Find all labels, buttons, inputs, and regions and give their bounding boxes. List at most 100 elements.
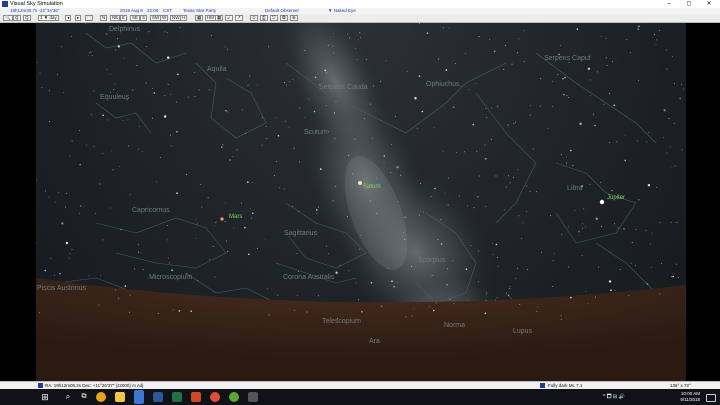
star: [503, 68, 505, 70]
app-icon-green[interactable]: [229, 392, 239, 402]
toolbar-button[interactable]: ▦: [215, 15, 224, 21]
star: [39, 72, 41, 74]
star: [186, 174, 187, 176]
star: [261, 144, 263, 146]
toolbar-button[interactable]: ↗: [235, 15, 243, 21]
toolbar-button[interactable]: N: [100, 15, 108, 21]
star: [611, 190, 613, 192]
toolbar-button[interactable]: ⬚: [85, 15, 94, 21]
jupiter-marker[interactable]: [599, 199, 605, 205]
mars-marker[interactable]: [220, 217, 224, 221]
star: [71, 140, 73, 142]
toolbar-button[interactable]: H: [180, 15, 188, 21]
star: [136, 65, 138, 67]
star: [65, 241, 69, 245]
star: [446, 283, 448, 286]
toolbar-button[interactable]: Q: [13, 15, 21, 21]
star: [347, 216, 349, 218]
toolbar-button[interactable]: ⎋: [270, 15, 278, 21]
star: [506, 292, 508, 293]
app-icon-gear[interactable]: [248, 392, 258, 402]
app-icon-red[interactable]: [210, 392, 220, 402]
star: [334, 112, 335, 114]
toolbar-button[interactable]: Q: [23, 15, 31, 21]
sky-view[interactable]: Delphinus Aquila Equuleus Serpens Cauda …: [36, 23, 686, 381]
constellation-label: Ophiuchus: [426, 81, 460, 88]
toolbar-button[interactable]: SE: [130, 15, 141, 21]
star: [333, 113, 335, 114]
star: [539, 105, 541, 107]
star: [335, 185, 337, 187]
toolbar-button[interactable]: E: [120, 15, 128, 21]
planet-label-saturn[interactable]: Saturn: [363, 184, 381, 190]
star: [356, 59, 358, 61]
toolbar-button[interactable]: W: [160, 15, 169, 21]
star: [589, 95, 591, 97]
star: [477, 250, 479, 252]
star: [458, 195, 460, 197]
star: [589, 79, 591, 81]
star: [168, 257, 169, 259]
maximize-button[interactable]: ◻: [682, 0, 696, 8]
star: [256, 247, 258, 249]
star: [118, 297, 120, 299]
star: [674, 165, 676, 167]
star: [273, 174, 275, 176]
toolbar-button[interactable]: NE: [110, 15, 121, 21]
toolbar-button[interactable]: ◂: [65, 15, 72, 21]
toolbar-button[interactable]: ⊙: [250, 15, 258, 21]
toolbar-button[interactable]: ❂: [280, 15, 288, 21]
word-icon[interactable]: [153, 392, 163, 402]
star: [252, 212, 254, 214]
star: [435, 302, 437, 304]
search-icon[interactable]: ⌕: [63, 392, 73, 402]
toolbar-button[interactable]: ▸: [75, 15, 82, 21]
star: [332, 45, 334, 47]
saturn-marker[interactable]: [358, 181, 362, 185]
constellation-label: Scutum: [304, 129, 328, 136]
star: [293, 147, 295, 149]
planet-label-mars[interactable]: Mars: [229, 214, 242, 220]
minimize-button[interactable]: –: [662, 0, 676, 8]
windows-start-icon[interactable]: ⊞: [40, 392, 50, 402]
star: [112, 169, 114, 171]
star: [536, 191, 538, 193]
star: [167, 83, 169, 85]
toolbar-button[interactable]: ▦: [195, 15, 204, 21]
star: [613, 104, 616, 106]
notification-icon[interactable]: [706, 394, 716, 402]
toolbar-button[interactable]: 1 ▼ day: [38, 15, 59, 21]
chrome-icon[interactable]: [96, 392, 106, 402]
close-button[interactable]: ✕: [702, 0, 716, 8]
task-view-icon[interactable]: ⧉: [79, 392, 89, 402]
file-explorer-icon[interactable]: [115, 392, 125, 402]
system-tray-icons[interactable]: ^ 🗖 ⊟ 🔊: [603, 389, 625, 405]
star: [178, 310, 181, 312]
clock[interactable]: 10:00 AM 9/11/2018: [680, 391, 700, 403]
star: [536, 306, 538, 308]
excel-icon[interactable]: [172, 392, 182, 402]
star: [172, 309, 174, 311]
star: [666, 49, 668, 51]
star: [507, 124, 510, 126]
star: [468, 88, 470, 90]
star: [523, 30, 525, 32]
toolbar-button[interactable]: ↙: [225, 15, 233, 21]
star: [250, 208, 252, 210]
toolbar-button[interactable]: ⊕: [290, 15, 298, 21]
powerpoint-icon[interactable]: [191, 392, 201, 402]
star: [110, 91, 111, 93]
star: [497, 266, 499, 267]
toolbar-button[interactable]: ⎙: [260, 15, 268, 21]
star: [419, 23, 421, 25]
toolbar-button[interactable]: S: [140, 15, 148, 21]
star: [355, 48, 356, 50]
star: [445, 69, 448, 71]
star: [170, 93, 172, 95]
planet-label-jupiter[interactable]: Jupiter: [607, 195, 625, 201]
toolbar-button[interactable]: 🔍: [3, 15, 13, 21]
sky-simulation-taskbar-icon[interactable]: [134, 390, 144, 404]
star: [102, 114, 104, 117]
star: [518, 215, 520, 217]
star: [608, 142, 610, 143]
